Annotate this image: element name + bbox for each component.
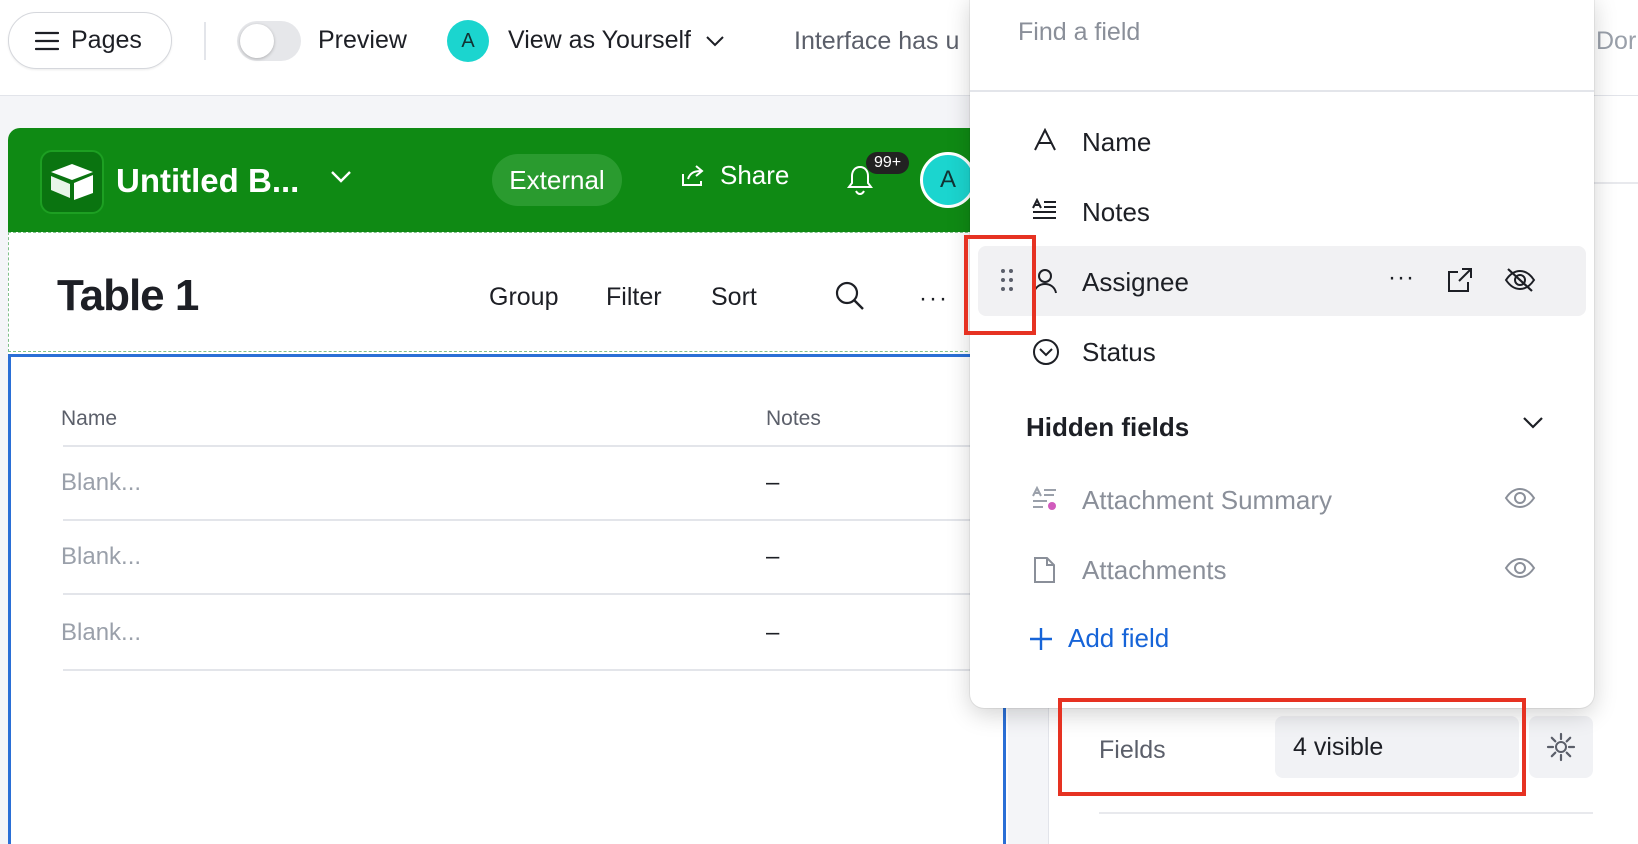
field-label: Notes [1082, 197, 1150, 227]
gear-icon [1546, 732, 1576, 762]
more-options-icon[interactable]: ··· [1388, 264, 1415, 292]
column-header-name[interactable]: Name [61, 407, 117, 431]
column-header-notes[interactable]: Notes [766, 407, 821, 431]
row-divider [63, 593, 1003, 595]
interface-canvas: Untitled B... External Share 99+ A Table… [8, 128, 1008, 844]
field-label: Attachment Summary [1082, 485, 1332, 515]
single-select-icon [1033, 339, 1059, 365]
fields-settings-button[interactable] [1529, 716, 1593, 778]
field-label: Assignee [1082, 267, 1189, 297]
search-icon[interactable] [835, 281, 865, 311]
view-as-dropdown[interactable]: View as Yourself [508, 26, 725, 55]
field-item-name[interactable]: Name [978, 106, 1586, 176]
divider [970, 90, 1594, 92]
chevron-down-icon[interactable] [330, 170, 352, 184]
ai-text-icon [1032, 486, 1056, 510]
notification-badge: 99+ [866, 152, 910, 174]
cell-name[interactable]: Blank... [61, 619, 141, 647]
field-label: Attachments [1082, 555, 1227, 585]
field-label: Status [1082, 337, 1156, 367]
share-label: Share [720, 160, 790, 190]
eye-icon[interactable] [1504, 486, 1536, 510]
pages-label: Pages [71, 26, 142, 54]
plus-icon [1030, 627, 1052, 650]
highlight-box [1058, 698, 1526, 796]
eye-off-icon[interactable] [1504, 266, 1536, 294]
more-options-icon[interactable]: ··· [919, 285, 949, 313]
field-item-attachment-summary[interactable]: Attachment Summary [978, 464, 1586, 534]
eye-icon[interactable] [1504, 556, 1536, 580]
highlight-box [964, 235, 1036, 335]
table-title: Table 1 [57, 271, 199, 320]
record-list: Name Notes Blank... – Blank... – Blank..… [8, 354, 1006, 844]
field-item-status[interactable]: Status [978, 316, 1586, 386]
divider [1099, 812, 1593, 814]
toggle-knob [240, 24, 274, 58]
share-button[interactable]: Share [680, 160, 789, 191]
chevron-down-icon[interactable] [1522, 416, 1544, 430]
text-icon [1034, 128, 1056, 151]
add-field-label: Add field [1068, 623, 1170, 653]
hidden-fields-heading[interactable]: Hidden fields [1026, 412, 1189, 443]
app-header: Untitled B... External Share 99+ A [8, 128, 1008, 232]
field-picker-popover: Name Notes Assignee ··· Status Hidden fi… [970, 0, 1594, 708]
preview-toggle[interactable] [237, 21, 301, 61]
field-item-attachments[interactable]: Attachments [978, 534, 1586, 604]
cell-notes[interactable]: – [766, 469, 779, 497]
open-external-icon[interactable] [1446, 266, 1474, 294]
divider [204, 22, 206, 60]
add-field-button[interactable]: Add field [1028, 623, 1169, 654]
external-button[interactable]: External [492, 154, 622, 206]
done-button[interactable]: Dor [1596, 27, 1638, 56]
row-divider [63, 519, 1003, 521]
table-toolbar: Table 1 Group Filter Sort ··· [8, 232, 1008, 352]
find-field-input[interactable] [1018, 18, 1558, 47]
field-item-notes[interactable]: Notes [978, 176, 1586, 246]
group-button[interactable]: Group [489, 283, 558, 312]
view-as-label: View as Yourself [508, 26, 691, 54]
file-icon [1034, 557, 1055, 583]
pages-button[interactable]: Pages [8, 12, 172, 69]
field-item-assignee[interactable]: Assignee ··· [978, 246, 1586, 316]
long-text-icon [1032, 198, 1056, 219]
user-avatar[interactable]: A [920, 152, 976, 208]
cell-notes[interactable]: – [766, 543, 779, 571]
sort-button[interactable]: Sort [711, 283, 757, 312]
share-icon [682, 164, 704, 186]
cell-name[interactable]: Blank... [61, 469, 141, 497]
field-label: Name [1082, 127, 1152, 157]
interface-status-message: Interface has u [794, 27, 960, 55]
cell-notes[interactable]: – [766, 619, 779, 647]
filter-button[interactable]: Filter [606, 283, 662, 312]
row-divider [63, 445, 1003, 447]
box-logo-icon [51, 164, 93, 200]
chevron-down-icon [706, 35, 724, 46]
menu-icon [35, 31, 59, 50]
row-divider [63, 669, 1003, 671]
viewer-avatar: A [447, 20, 489, 62]
cell-name[interactable]: Blank... [61, 543, 141, 571]
base-title[interactable]: Untitled B... [116, 162, 299, 200]
preview-label: Preview [318, 26, 407, 54]
app-logo[interactable] [40, 150, 104, 214]
